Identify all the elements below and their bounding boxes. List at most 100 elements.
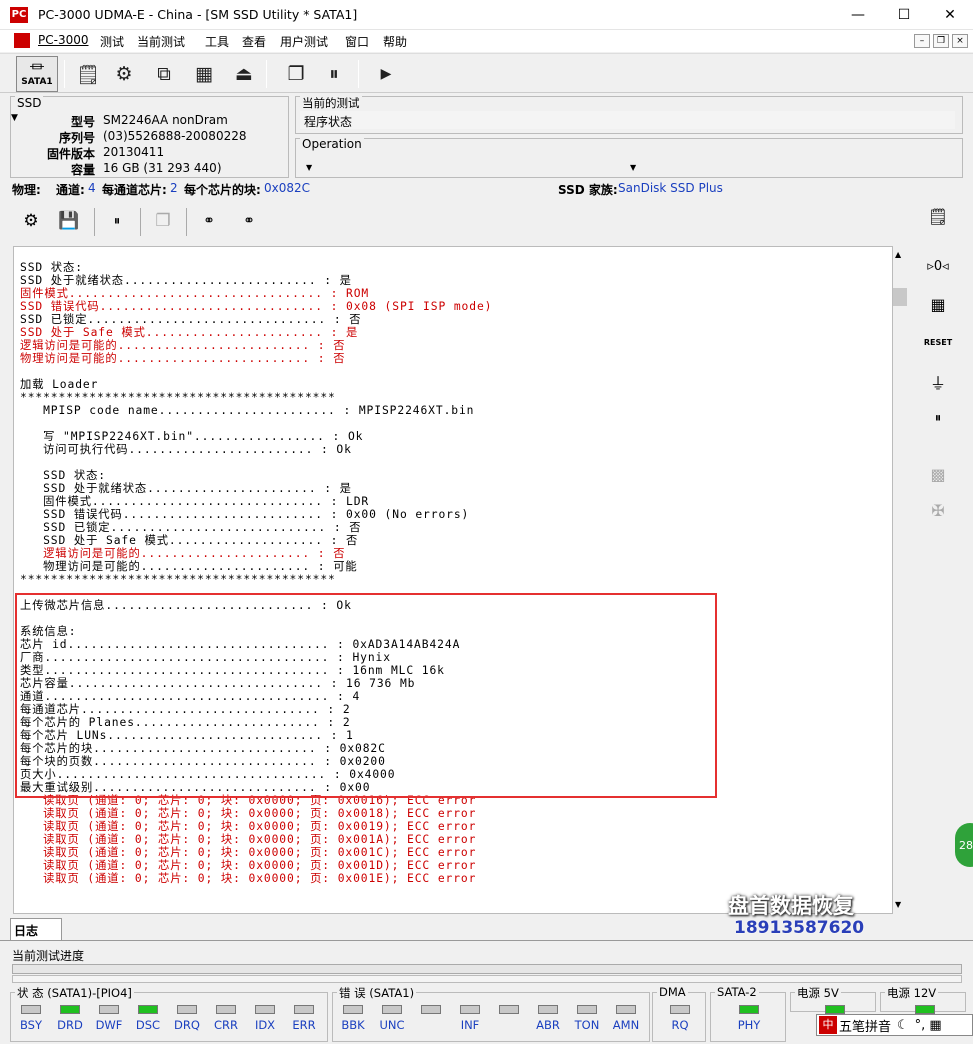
menu-view[interactable]: 查看 [242, 33, 266, 50]
floating-badge[interactable]: 28 [955, 823, 973, 867]
log-line: 读取页 (通道: 0; 芯片: 0; 块: 0x0000; 页: 0x0019)… [20, 820, 477, 833]
menu-tools[interactable]: 工具 [205, 33, 229, 50]
status-led-dwf [99, 1005, 119, 1014]
find-next-binoculars-icon[interactable]: ⚭ [236, 208, 262, 234]
log-line: 固件模式................................. : … [20, 287, 370, 300]
sata1-port-button[interactable]: ⏛ SATA1 [16, 56, 58, 92]
status-label-inf: INF [460, 1018, 480, 1032]
log-line: 读取页 (通道: 0; 芯片: 0; 块: 0x0000; 页: 0x001A)… [20, 833, 477, 846]
channels-value: 4 [88, 181, 96, 195]
sata2-panel: SATA-2 PHY [710, 985, 786, 1042]
status-led-rq [670, 1005, 690, 1014]
sata1-label: SATA1 [21, 77, 53, 87]
save-icon[interactable]: 💾 [56, 208, 82, 234]
status-panel: 状 态 (SATA1)-[PIO4] BSY DRD DWF DSC DRQ CRR IDX… [10, 985, 328, 1042]
status-led-drq [177, 1005, 197, 1014]
menu-current-test[interactable]: 当前测试 [137, 33, 185, 50]
play-icon[interactable]: ▶ [370, 58, 402, 90]
blocks-value: 0x082C [264, 181, 311, 195]
sata2-title: SATA-2 [715, 985, 759, 999]
family-label: SSD 家族: [558, 183, 618, 197]
pause-icon[interactable]: ⏸ [104, 208, 130, 234]
close-button[interactable]: ✕ [927, 0, 973, 30]
find-binoculars-icon[interactable]: ⚭ [196, 208, 222, 234]
operation-panel: Operation ▼ ▼ [295, 137, 963, 178]
board-icon[interactable]: ▦ [922, 290, 954, 318]
scroll-thumb[interactable] [893, 288, 907, 306]
status-label-abr: ABR [536, 1018, 560, 1032]
log-scrollbar[interactable]: ▲ ▼ [893, 246, 907, 914]
error-title: 错 误 (SATA1) [337, 985, 417, 1001]
moon-icon[interactable]: ☾ [897, 1018, 909, 1033]
keyboard-icon[interactable]: ▦ [929, 1018, 941, 1033]
status-label-idx: IDX [254, 1018, 276, 1032]
chip-disabled-icon[interactable]: ▩ [922, 460, 954, 488]
log-line: SSD 处于就绪状态......................... : 是 [20, 274, 352, 287]
menu-test[interactable]: 测试 [100, 33, 124, 50]
status-label-amn: AMN [612, 1018, 640, 1032]
gear-icon[interactable]: ⚙ [108, 58, 140, 90]
reset-icon[interactable]: RESET [922, 328, 954, 356]
model-value: SM2246AA nonDram [103, 113, 228, 127]
mdi-restore-button[interactable]: ❐ [933, 34, 949, 48]
tab-log[interactable]: 日志 [10, 918, 62, 940]
status-led-blank [499, 1005, 519, 1014]
scale-icon[interactable]: ⏏ [228, 58, 260, 90]
status-led-unc [382, 1005, 402, 1014]
operation-dropdown-right[interactable]: ▼ [630, 163, 636, 172]
menu-user-test[interactable]: 用户测试 [280, 33, 328, 50]
scroll-down-arrow-icon[interactable]: ▼ [895, 900, 901, 909]
punctuation-icon[interactable]: °, [915, 1018, 926, 1033]
mdi-close-button[interactable]: × [952, 34, 968, 48]
operation-dropdown-left[interactable]: ▼ [306, 163, 312, 172]
windows-icon[interactable]: ❐ [280, 58, 312, 90]
status-label-dwf: DWF [95, 1018, 123, 1032]
mdi-minimize-button[interactable]: – [914, 34, 930, 48]
power-icon[interactable]: ▹0◃ [922, 252, 954, 280]
menu-help[interactable]: 帮助 [383, 33, 407, 50]
app-menu-icon[interactable] [14, 33, 30, 48]
physical-label: 物理: [12, 183, 41, 197]
menu-pc3000[interactable]: PC-3000 [38, 33, 88, 47]
chips-value: 2 [170, 181, 178, 195]
status-label-err: ERR [292, 1018, 316, 1032]
log-output[interactable]: SSD 状态: SSD 处于就绪状态.......................… [13, 246, 893, 914]
status-label-ton: TON [574, 1018, 600, 1032]
tools-disabled-icon[interactable]: ✠ [922, 496, 954, 524]
pause-run-icon[interactable]: ⏸ [318, 58, 350, 90]
maximize-button[interactable]: ☐ [881, 0, 927, 30]
log-line: 写 "MPISP2246XT.bin"................. : O… [20, 430, 364, 443]
chip-tools-icon[interactable]: ⧉ [148, 58, 180, 90]
toolbar-separator [94, 208, 95, 236]
settings-chip-icon[interactable]: ⚙ [18, 208, 44, 234]
current-test-panel: 当前的测试 程序状态 [295, 95, 963, 134]
firmware-value: 20130411 [103, 145, 165, 159]
pause-side-icon[interactable]: ⏸ [922, 404, 954, 432]
info-icon[interactable]: 🗒 [922, 202, 954, 230]
highlight-box [15, 593, 717, 798]
ime-toolbar[interactable]: 中 五笔拼音 ☾ °, ▦ [816, 1014, 973, 1036]
status-led-bsy [21, 1005, 41, 1014]
status-led-abr [538, 1005, 558, 1014]
minimize-button[interactable]: — [835, 0, 881, 30]
module-icon[interactable]: ▦ [188, 58, 220, 90]
log-line: 加载 Loader [20, 378, 99, 391]
status-led-dsc [138, 1005, 158, 1014]
drive-info-icon[interactable]: 🗒 [72, 58, 104, 90]
plug-icon[interactable]: ⏚ [922, 368, 954, 396]
log-line: 固件模式.............................. : LDR [20, 495, 370, 508]
progress-bar-secondary [12, 975, 962, 983]
operation-legend: Operation [300, 137, 364, 151]
scroll-up-arrow-icon[interactable]: ▲ [895, 250, 901, 259]
log-line: SSD 错误代码.......................... : 0x0… [20, 508, 470, 521]
menu-window[interactable]: 窗口 [345, 33, 369, 50]
toolbar-separator [186, 208, 187, 236]
log-line: 物理访问是可能的......................... : 否 [20, 352, 346, 365]
status-led-blank [421, 1005, 441, 1014]
ime-logo-icon: 中 [819, 1016, 837, 1034]
log-line: SSD 处于 Safe 模式....................... : … [20, 326, 359, 339]
firmware-label: 固件版本 [46, 147, 95, 161]
copy-icon[interactable]: ❐ [150, 208, 176, 234]
